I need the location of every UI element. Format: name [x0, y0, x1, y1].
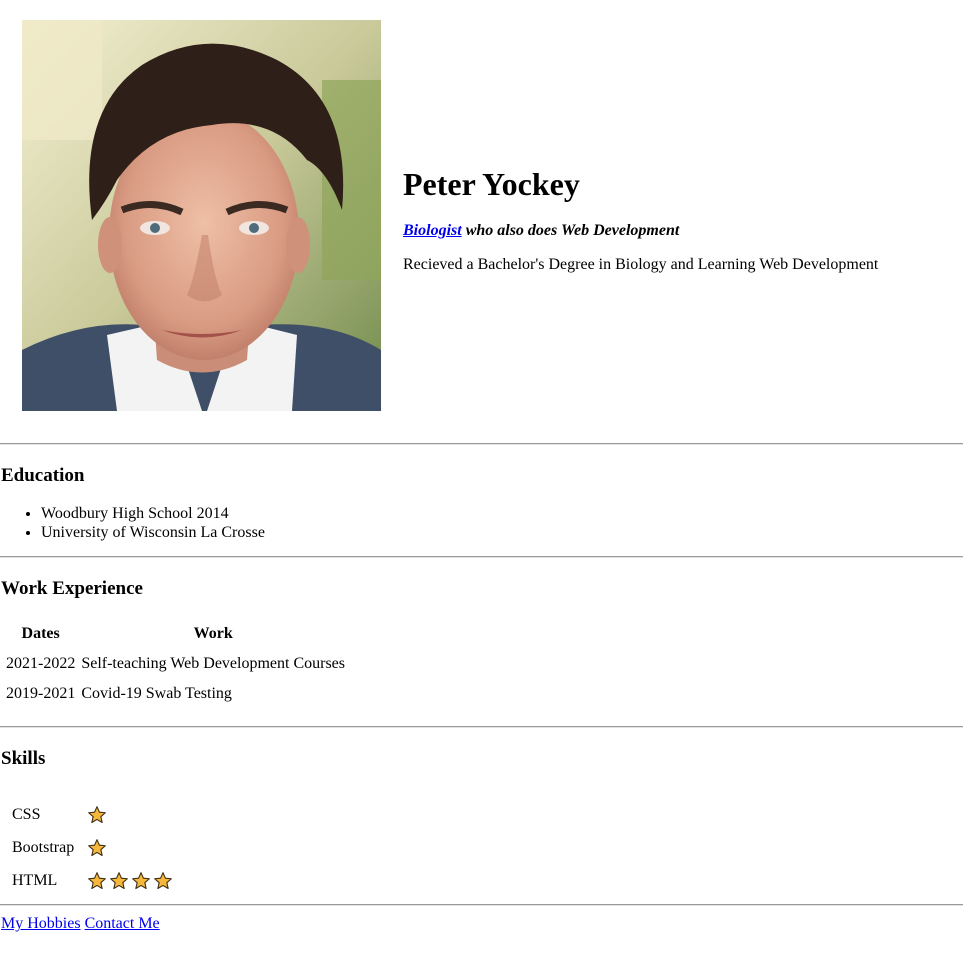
- profile-summary: Recieved a Bachelor's Degree in Biology …: [403, 256, 879, 273]
- divider: [0, 904, 963, 906]
- table-header-row: Dates Work: [6, 624, 345, 644]
- star-icon: [110, 871, 128, 889]
- education-heading: Education: [1, 465, 85, 486]
- table-row: 2021-2022 Self-teaching Web Development …: [6, 654, 345, 674]
- profile-photo-image: [22, 20, 381, 411]
- work-description: Covid-19 Swab Testing: [81, 685, 232, 702]
- work-dates: 2019-2021: [6, 685, 76, 702]
- skill-row: HTML: [12, 864, 173, 897]
- table-row: 2019-2021 Covid-19 Swab Testing: [6, 684, 345, 704]
- divider: [0, 726, 963, 728]
- skill-rating: [87, 805, 107, 825]
- profile-name: Peter Yockey: [403, 166, 580, 202]
- skill-row: CSS: [12, 798, 173, 831]
- tagline-rest: who also does Web Development: [461, 222, 680, 239]
- work-heading: Work Experience: [1, 578, 143, 599]
- list-item: University of Wisconsin La Crosse: [41, 523, 265, 542]
- divider: [0, 443, 963, 445]
- work-dates: 2021-2022: [6, 655, 76, 672]
- skills-table: CSS Bootstrap HTML: [12, 798, 173, 897]
- footer-links: My Hobbies Contact Me: [1, 914, 160, 934]
- skill-name: CSS: [12, 805, 41, 823]
- work-description: Self-teaching Web Development Courses: [81, 655, 346, 672]
- list-item: Woodbury High School 2014: [41, 504, 265, 523]
- star-icon: [154, 871, 172, 889]
- star-icon: [132, 871, 150, 889]
- profile-header: Peter Yockey Biologist who also does Web…: [0, 0, 965, 430]
- column-header-dates: Dates: [21, 625, 60, 642]
- skill-name: HTML: [12, 871, 58, 889]
- skills-heading: Skills: [1, 748, 46, 769]
- biologist-link[interactable]: Biologist: [403, 222, 462, 239]
- divider: [0, 556, 963, 558]
- skill-name: Bootstrap: [12, 838, 75, 856]
- skill-rating: [87, 838, 107, 858]
- star-icon: [88, 871, 106, 889]
- profile-intro: Peter Yockey Biologist who also does Web…: [403, 164, 943, 275]
- skill-row: Bootstrap: [12, 831, 173, 864]
- skill-rating: [87, 871, 173, 891]
- profile-photo: [22, 20, 381, 411]
- star-icon: [88, 838, 106, 856]
- star-icon: [88, 805, 106, 823]
- education-list: Woodbury High School 2014 University of …: [0, 504, 265, 542]
- resume-page: Peter Yockey Biologist who also does Web…: [0, 0, 965, 977]
- work-table: Dates Work 2021-2022 Self-teaching Web D…: [0, 614, 351, 714]
- hobbies-link[interactable]: My Hobbies: [1, 915, 81, 932]
- profile-tagline: Biologist who also does Web Development: [403, 221, 943, 241]
- column-header-work: Work: [193, 625, 233, 642]
- contact-link[interactable]: Contact Me: [85, 915, 160, 932]
